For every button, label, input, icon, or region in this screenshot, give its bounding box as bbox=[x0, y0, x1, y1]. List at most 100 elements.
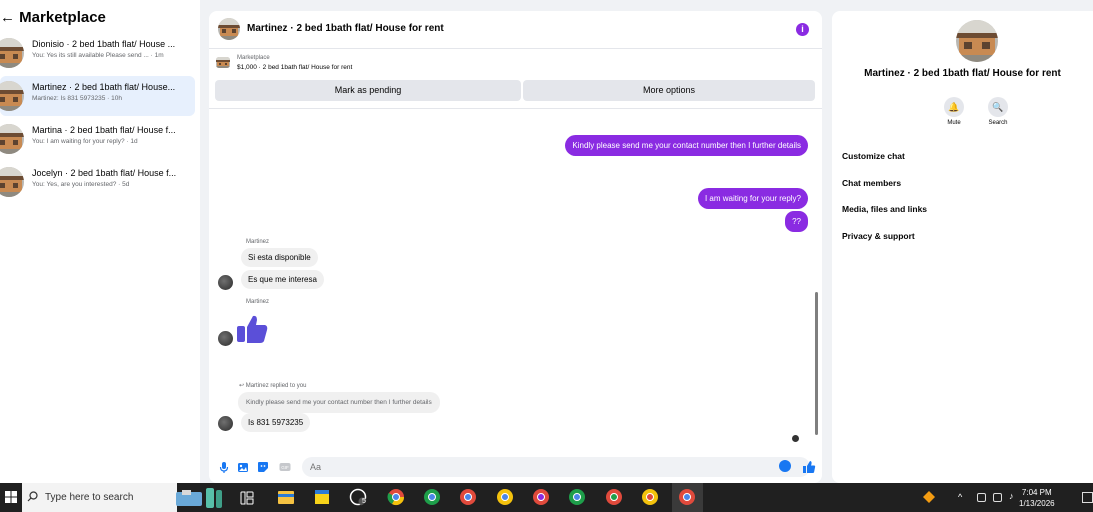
chrome-profile-icon[interactable] bbox=[423, 488, 441, 506]
listing-avatar bbox=[0, 167, 24, 197]
message-composer: GIF bbox=[209, 452, 822, 483]
listing-detail[interactable]: $1,000 · 2 bed 1bath flat/ House for ren… bbox=[237, 64, 352, 71]
sender-avatar[interactable] bbox=[218, 331, 233, 346]
scrollbar-thumb[interactable] bbox=[815, 292, 818, 435]
chat-panel: Martinez · 2 bed 1bath flat/ House for r… bbox=[209, 11, 822, 483]
sticker-icon[interactable] bbox=[257, 461, 269, 473]
chat-members-item[interactable]: Chat members bbox=[842, 178, 901, 188]
sender-name: Martinez bbox=[246, 239, 270, 245]
sidebar-title-text: Marketplace bbox=[19, 9, 106, 26]
reply-note: ↩ Martinez replied to you bbox=[239, 382, 306, 389]
svg-text:GIF: GIF bbox=[281, 465, 289, 470]
sticky-notes-icon[interactable] bbox=[313, 488, 331, 506]
incoming-message[interactable]: Si esta disponible bbox=[241, 248, 318, 267]
mute-button[interactable]: 🔔 Mute bbox=[936, 97, 972, 126]
chrome-profile-icon[interactable] bbox=[641, 488, 659, 506]
chat-info-panel: Martinez · 2 bed 1bath flat/ House for r… bbox=[832, 11, 1093, 483]
gif-icon[interactable]: GIF bbox=[279, 461, 291, 473]
customize-chat-item[interactable]: Customize chat bbox=[842, 151, 905, 161]
info-icon[interactable]: i bbox=[796, 23, 809, 36]
emoji-icon[interactable] bbox=[779, 460, 791, 472]
sender-avatar[interactable] bbox=[218, 275, 233, 290]
taskbar-clock[interactable]: 7:04 PM 1/13/2026 bbox=[1019, 487, 1055, 509]
outgoing-message[interactable]: I am waiting for your reply? bbox=[697, 188, 808, 209]
conversation-preview: You: Yes its still available Please send… bbox=[32, 52, 164, 59]
search-conversation-button[interactable]: 🔍 Search bbox=[980, 97, 1016, 126]
bell-icon: 🔔 bbox=[944, 97, 964, 117]
search-icon bbox=[27, 491, 38, 502]
weather-icon[interactable] bbox=[921, 489, 937, 505]
more-options-button[interactable]: More options bbox=[523, 80, 815, 101]
chrome-icon[interactable] bbox=[387, 488, 405, 506]
windows-start-icon[interactable] bbox=[5, 491, 17, 503]
whatsapp-badge: 5 bbox=[362, 498, 366, 505]
taskbar-search-placeholder: Type here to search bbox=[45, 492, 134, 503]
search-icon: 🔍 bbox=[988, 97, 1008, 117]
listing-banner: Marketplace $1,000 · 2 bed 1bath flat/ H… bbox=[209, 50, 822, 106]
file-explorer-icon[interactable] bbox=[277, 488, 295, 506]
mute-label: Mute bbox=[947, 120, 961, 126]
conversation-item-martina[interactable]: Martina · 2 bed 1bath flat/ House f... Y… bbox=[0, 119, 195, 159]
message-thread: Kindly please send me your contact numbe… bbox=[209, 108, 822, 450]
network-icon[interactable] bbox=[977, 493, 986, 502]
message-input[interactable] bbox=[302, 457, 810, 477]
reply-arrow-icon: ↩ bbox=[239, 383, 246, 389]
chrome-profile-icon[interactable] bbox=[568, 488, 586, 506]
news-widget-icon[interactable] bbox=[174, 486, 226, 510]
back-arrow-icon[interactable]: ← bbox=[0, 9, 19, 26]
listing-avatar bbox=[0, 81, 24, 111]
listing-avatar bbox=[0, 38, 24, 68]
seen-indicator-avatar bbox=[792, 435, 799, 442]
conversation-preview: You: Yes, are you interested? · 5d bbox=[32, 181, 130, 188]
conversation-item-dionisio[interactable]: Dionisio · 2 bed 1bath flat/ House ... Y… bbox=[0, 33, 195, 73]
chat-avatar[interactable] bbox=[218, 18, 240, 40]
conversation-item-martinez[interactable]: Martinez · 2 bed 1bath flat/ House... Ma… bbox=[0, 76, 195, 116]
conversation-name: Jocelyn · 2 bed 1bath flat/ House f... bbox=[32, 168, 177, 178]
chrome-profile-icon[interactable] bbox=[605, 488, 623, 506]
clock-date: 1/13/2026 bbox=[1019, 499, 1055, 508]
reply-note-text: Martinez replied to you bbox=[245, 383, 307, 389]
chat-header: Martinez · 2 bed 1bath flat/ House for r… bbox=[209, 11, 822, 49]
chrome-profile-icon[interactable] bbox=[459, 488, 477, 506]
sender-avatar[interactable] bbox=[218, 416, 233, 431]
notification-center-icon[interactable] bbox=[1082, 492, 1093, 503]
info-title: Martinez · 2 bed 1bath flat/ House for r… bbox=[864, 68, 1061, 79]
outgoing-message[interactable]: ?? bbox=[785, 211, 808, 232]
thumbs-up-sticker-icon[interactable] bbox=[235, 314, 269, 344]
listing-source: Marketplace bbox=[237, 55, 270, 61]
incoming-message[interactable]: Is 831 5973235 bbox=[241, 413, 311, 432]
thumbs-up-icon[interactable] bbox=[802, 460, 816, 474]
taskbar-search-box[interactable]: Type here to search bbox=[22, 483, 177, 512]
conversation-sidebar: ← Marketplace Dionisio · 2 bed 1bath fla… bbox=[0, 0, 200, 483]
conversation-preview: You: I am waiting for your reply? · 1d bbox=[32, 138, 138, 145]
media-files-links-item[interactable]: Media, files and links bbox=[842, 204, 927, 214]
conversation-name: Martina · 2 bed 1bath flat/ House f... bbox=[32, 125, 176, 135]
clock-time: 7:04 PM bbox=[1021, 488, 1052, 497]
conversation-item-jocelyn[interactable]: Jocelyn · 2 bed 1bath flat/ House f... Y… bbox=[0, 162, 195, 202]
sender-name: Martinez bbox=[246, 299, 270, 305]
quoted-message[interactable]: Kindly please send me your contact numbe… bbox=[238, 392, 440, 413]
conversation-name: Dionisio · 2 bed 1bath flat/ House ... bbox=[32, 39, 176, 49]
search-label: Search bbox=[988, 120, 1008, 126]
privacy-support-item[interactable]: Privacy & support bbox=[842, 231, 915, 241]
sidebar-title: ← Marketplace bbox=[0, 9, 106, 26]
mark-as-pending-button[interactable]: Mark as pending bbox=[215, 80, 521, 101]
show-hidden-icons-chevron-icon[interactable]: ^ bbox=[958, 492, 962, 502]
incoming-message[interactable]: Es que me interesa bbox=[241, 270, 324, 289]
task-view-icon[interactable] bbox=[240, 491, 254, 505]
chrome-profile-icon[interactable] bbox=[496, 488, 514, 506]
conversation-preview: Martinez: Is 831 5973235 · 10h bbox=[32, 95, 122, 102]
message-scrollbar[interactable] bbox=[813, 109, 821, 451]
chat-title[interactable]: Martinez · 2 bed 1bath flat/ House for r… bbox=[247, 23, 444, 34]
microphone-icon[interactable] bbox=[218, 461, 230, 473]
outgoing-message[interactable]: Kindly please send me your contact numbe… bbox=[565, 135, 808, 156]
listing-thumbnail[interactable] bbox=[216, 57, 230, 68]
info-avatar[interactable] bbox=[956, 20, 998, 62]
image-icon[interactable] bbox=[237, 461, 249, 473]
chrome-profile-icon[interactable] bbox=[532, 488, 550, 506]
chrome-profile-icon[interactable] bbox=[678, 488, 696, 506]
listing-avatar bbox=[0, 124, 24, 154]
volume-icon[interactable]: ♪ bbox=[1009, 491, 1014, 501]
display-icon[interactable] bbox=[993, 493, 1002, 502]
conversation-name: Martinez · 2 bed 1bath flat/ House... bbox=[32, 82, 176, 92]
